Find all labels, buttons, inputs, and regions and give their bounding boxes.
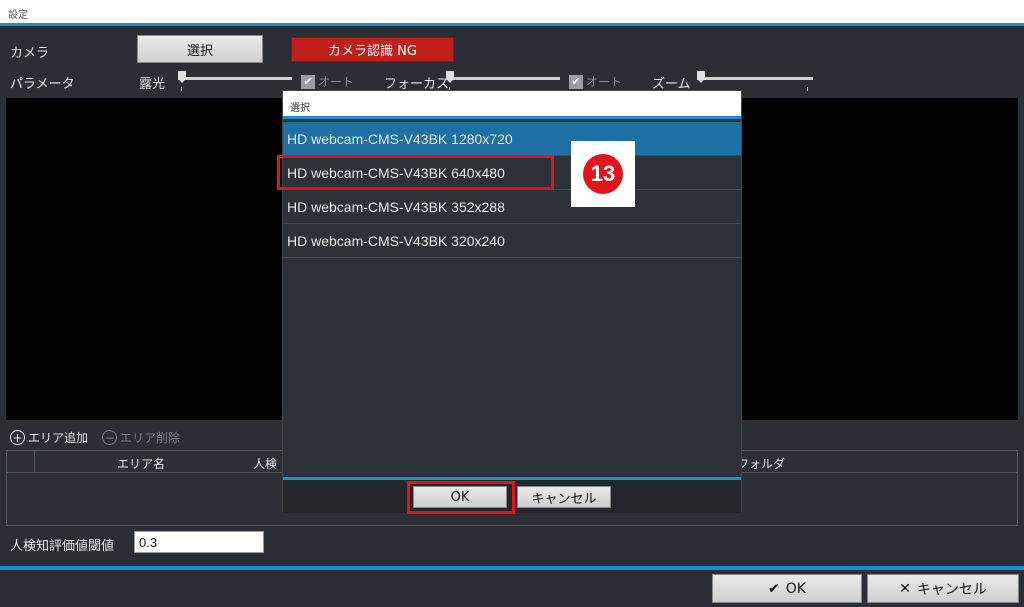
column-person-detect[interactable]: 人検 [253,455,277,472]
exposure-slider[interactable] [178,70,292,91]
zoom-slider-track [697,77,813,80]
footer: ✔ OK ✕ キャンセル [0,570,1024,607]
exposure-auto-checkbox[interactable]: ✔ オート [301,73,354,90]
list-item[interactable]: HD webcam-CMS-V43BK 352x288 [283,190,741,224]
check-icon: ✔ [768,580,780,597]
cancel-button-label: キャンセル [916,581,987,598]
zoom-slider[interactable] [697,70,813,91]
focus-slider-track [446,77,560,80]
remove-area-label: エリア削除 [120,431,181,445]
window-title: 設定 [8,10,28,21]
camera-label: カメラ [10,46,50,61]
exposure-slider-track [178,77,292,80]
ok-button[interactable]: ✔ OK [712,574,862,603]
add-area-button[interactable]: + エリア追加 [10,429,88,446]
column-folder[interactable]: フォルダ [737,455,785,472]
window-titlebar: 設定 [0,0,1024,26]
zoom-slider-tick [807,87,808,91]
focus-slider-thumb[interactable] [446,71,454,83]
dialog-titlebar: 選択 [283,91,741,119]
plus-circle-icon: + [10,430,25,445]
select-dialog: 選択 HD webcam-CMS-V43BK 1280x720 HD webca… [282,90,742,513]
threshold-input[interactable] [134,531,264,553]
exposure-slider-thumb[interactable] [178,71,186,83]
focus-auto-checkbox[interactable]: ✔ オート [569,73,622,90]
camera-status-badge: カメラ認識 NG [291,37,454,62]
cancel-button[interactable]: ✕ キャンセル [867,574,1019,603]
step-number: 13 [583,154,623,194]
area-toolbar: + エリア追加 − エリア削除 [10,429,180,446]
ok-button-label: OK [785,580,806,597]
column-area-name[interactable]: エリア名 [117,455,165,472]
highlight-box-list-item [277,155,554,190]
minus-circle-icon: − [102,430,118,445]
dialog-cancel-button[interactable]: キャンセル [517,486,611,508]
list-item[interactable]: HD webcam-CMS-V43BK 1280x720 [283,122,741,156]
add-area-label: エリア追加 [28,431,89,445]
checkbox-check-icon: ✔ [301,74,315,89]
exposure-auto-label: オート [318,75,355,89]
zoom-slider-thumb[interactable] [697,71,705,83]
resolution-list: HD webcam-CMS-V43BK 1280x720 HD webcam-C… [283,122,741,258]
close-icon: ✕ [899,580,911,597]
threshold-label: 人検知評価値閾値 [10,539,115,554]
table-header-cell [7,451,35,473]
camera-select-button[interactable]: 選択 [137,35,263,63]
focus-slider[interactable] [446,70,560,91]
checkbox-check-icon: ✔ [569,74,583,89]
step-badge: 13 [571,141,635,207]
dialog-title: 選択 [290,103,310,114]
highlight-box-ok-button [407,481,515,514]
exposure-slider-tick [181,87,182,91]
list-item[interactable]: HD webcam-CMS-V43BK 320x240 [283,224,741,258]
focus-auto-label: オート [586,75,623,89]
remove-area-button[interactable]: − エリア削除 [102,429,180,446]
exposure-label: 露光 [139,77,166,92]
parameter-label: パラメータ [10,77,75,92]
